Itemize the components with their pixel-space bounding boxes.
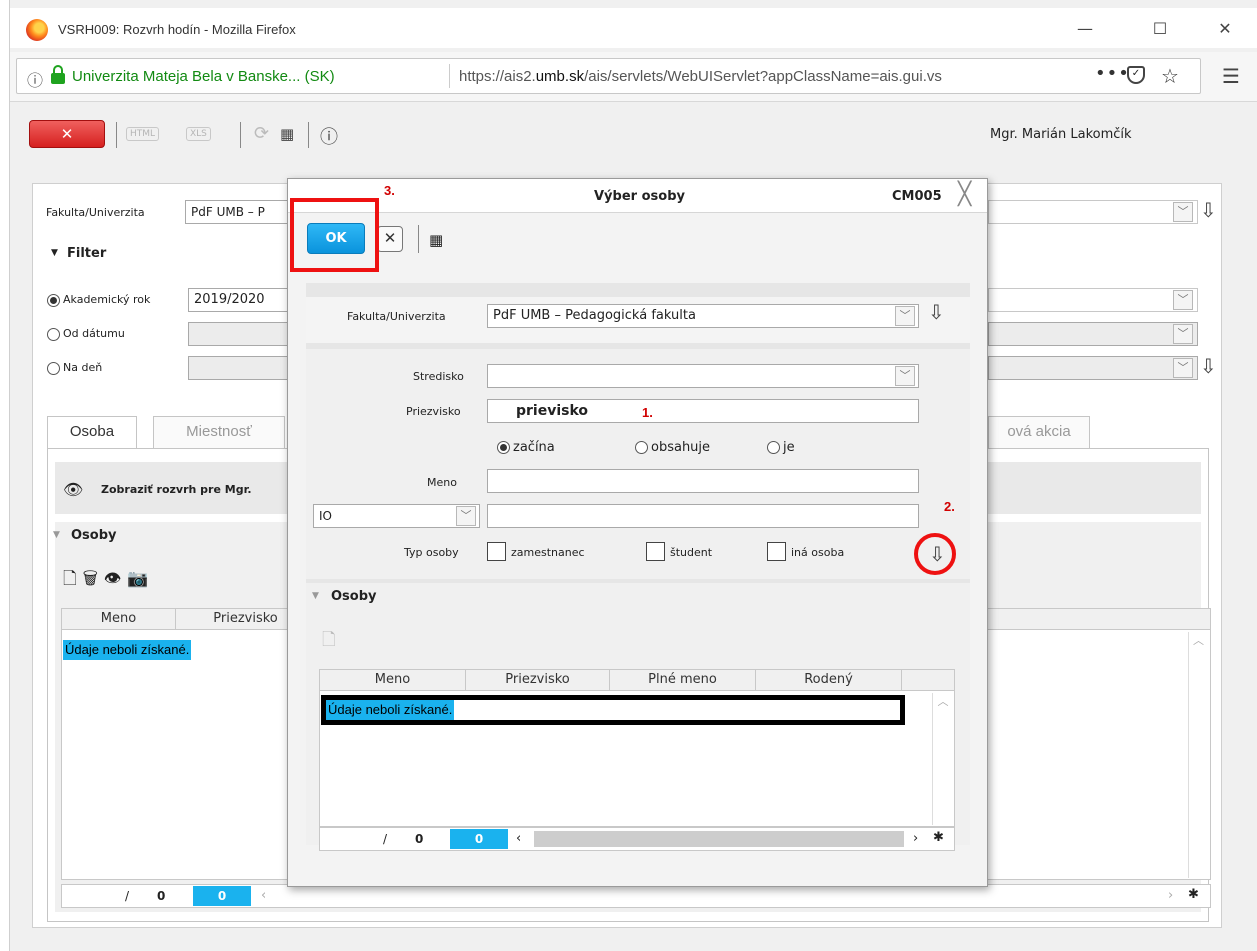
dlg-fakulta-label: Fakulta/Univerzita	[347, 310, 446, 323]
na-den-field[interactable]	[188, 356, 288, 380]
fakulta-apply-icon[interactable]: ⇩	[1200, 198, 1217, 222]
minimize-button[interactable]: —	[1070, 17, 1100, 41]
address-bar[interactable]: ⓘ Univerzita Mateja Bela v Banske... (SK…	[16, 58, 1201, 94]
lock-icon[interactable]	[51, 65, 65, 84]
id-input[interactable]	[487, 504, 919, 528]
dlg-grid-header: Meno Priezvisko Plné meno Rodený	[319, 669, 955, 691]
main-pager-current[interactable]: 0	[193, 886, 251, 906]
navigation-bar: ⓘ Univerzita Mateja Bela v Banske... (SK…	[10, 52, 1257, 102]
annotation-step-2: 2.	[944, 499, 955, 514]
window-title: VSRH009: Rozvrh hodín - Mozilla Firefox	[58, 22, 296, 37]
site-info-icon[interactable]: ⓘ	[27, 67, 43, 91]
dlg-grid-no-data: Údaje neboli získané.	[326, 700, 455, 720]
pocket-icon[interactable]: ✓	[1127, 66, 1145, 84]
main-grid-no-data: Údaje neboli získané.	[63, 640, 192, 660]
fakulta-label: Fakulta/Univerzita	[46, 206, 145, 219]
export-html-button[interactable]: HTML	[126, 127, 160, 141]
checkbox-student[interactable]	[646, 542, 665, 561]
osoby-title: Osoby	[71, 528, 117, 543]
dialog-title: Výber osoby	[594, 189, 685, 204]
od-datumu-field[interactable]	[188, 322, 288, 346]
dialog-cancel-button[interactable]: ✕	[377, 226, 403, 252]
filter-apply-icon[interactable]: ⇩	[1200, 354, 1217, 378]
dlg-fakulta-apply-icon[interactable]: ⇩	[928, 300, 945, 324]
info-icon[interactable]: ⓘ	[320, 123, 338, 149]
hamburger-menu-icon[interactable]: ☰	[1222, 64, 1240, 88]
radio-od-datumu[interactable]	[47, 328, 60, 341]
zobrazit-rozvrh-link[interactable]: Zobraziť rozvrh pre Mgr.	[101, 483, 252, 496]
maximize-button[interactable]: ☐	[1145, 17, 1175, 41]
export-xls-button[interactable]: XLS	[186, 127, 211, 141]
close-window-button[interactable]: ✕	[1210, 17, 1240, 41]
dlg-fakulta-select[interactable]: PdF UMB – Pedagogická fakulta	[487, 304, 919, 328]
checkbox-zamestnanec[interactable]	[487, 542, 506, 561]
dialog-close-icon[interactable]: ╳	[958, 182, 971, 207]
radio-akademicky-rok[interactable]	[47, 294, 60, 307]
annotation-ok-highlight	[290, 198, 379, 272]
id-type-select[interactable]: IO	[313, 504, 480, 528]
dlg-osoby-title: Osoby	[331, 589, 377, 604]
fakulta-dropdown-button[interactable]: ﹀	[1173, 202, 1193, 222]
url-text[interactable]: https://ais2.umb.sk/ais/servlets/WebUISe…	[459, 68, 942, 85]
dialog-grid-icon[interactable]: ▦	[429, 231, 443, 249]
bookmark-star-icon[interactable]: ☆	[1161, 64, 1179, 88]
new-record-icon[interactable]: 🗋	[322, 627, 336, 656]
annotation-circle	[914, 533, 956, 575]
main-grid-scrollbar[interactable]: ︿	[1188, 632, 1208, 878]
firefox-logo-icon	[26, 19, 48, 41]
vyber-osoby-dialog: Výber osoby CM005 ╳ OK ✕ ▦ Fakulta/Unive…	[287, 178, 988, 887]
grid-actions-icons[interactable]: 🗋🗑👁📷	[63, 566, 154, 595]
dlg-horizontal-scrollbar[interactable]	[534, 831, 904, 847]
user-name: Mgr. Marián Lakomčík	[990, 127, 1132, 142]
close-app-button[interactable]: ✕	[29, 120, 105, 148]
window-titlebar: VSRH009: Rozvrh hodín - Mozilla Firefox …	[10, 8, 1257, 48]
priezvisko-input[interactable]: prievisko	[487, 399, 919, 423]
radio-na-den[interactable]	[47, 362, 60, 375]
radio-zacina[interactable]	[497, 441, 510, 454]
window-left-edge	[0, 0, 10, 951]
tab-vyucbova-akcia[interactable]: ová akcia	[988, 416, 1090, 448]
tab-osoba[interactable]: Osoba	[47, 416, 137, 448]
grid-settings-icon[interactable]: ▦	[280, 125, 294, 143]
app-toolbar: ✕ HTML XLS ⟳ ▦ ⓘ Mgr. Marián Lakomčík	[10, 110, 1257, 160]
dlg-grid-settings-icon[interactable]: ✱	[933, 830, 944, 845]
rok-select[interactable]: 2019/2020	[188, 288, 288, 312]
refresh-icon[interactable]: ⟳	[254, 123, 269, 144]
site-identity[interactable]: Univerzita Mateja Bela v Banske... (SK)	[72, 68, 335, 85]
meno-input[interactable]	[487, 469, 919, 493]
stredisko-select[interactable]	[487, 364, 919, 388]
checkbox-ina-osoba[interactable]	[767, 542, 786, 561]
eye-icon[interactable]: 👁	[63, 480, 83, 499]
tab-miestnost[interactable]: Miestnosť	[153, 416, 285, 448]
main-grid-settings-icon[interactable]: ✱	[1188, 887, 1199, 902]
filter-title: Filter	[67, 246, 107, 261]
dialog-code: CM005	[892, 189, 942, 204]
radio-je[interactable]	[767, 441, 780, 454]
annotation-step-1: 1.	[642, 405, 653, 420]
dlg-grid-scrollbar[interactable]: ︿	[932, 693, 953, 825]
page-actions-icon[interactable]: •••	[1095, 63, 1130, 84]
radio-obsahuje[interactable]	[635, 441, 648, 454]
dlg-pager-current[interactable]: 0	[450, 829, 508, 849]
annotation-step-3: 3.	[384, 183, 395, 198]
fakulta-select[interactable]: PdF UMB – P	[185, 200, 295, 224]
